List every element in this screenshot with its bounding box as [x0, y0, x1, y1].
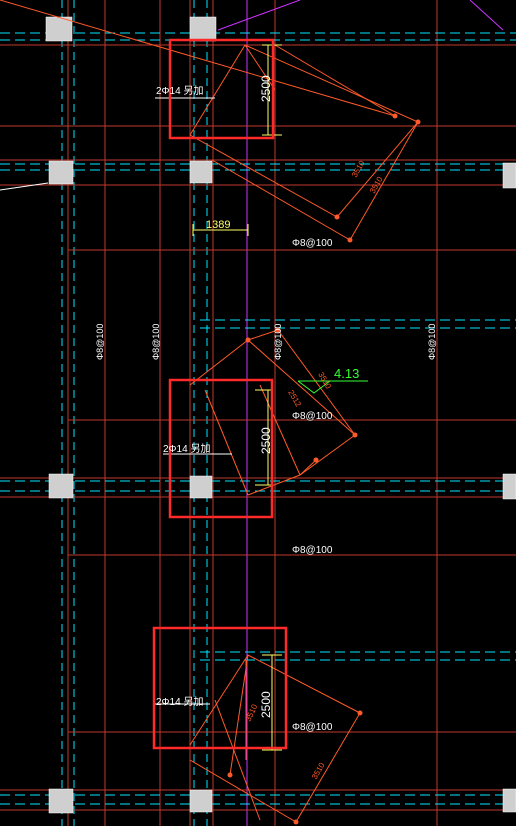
dimension-label-mid: 2500 [259, 427, 273, 454]
column [45, 16, 73, 42]
column [189, 475, 213, 499]
stirrup-label: Φ8@100 [292, 545, 333, 556]
vertical-stirrup-label: Φ8@100 [151, 324, 161, 360]
rebar-label-bot: 2Φ14 另加 [156, 696, 203, 708]
dimension-label-1389: 1389 [206, 219, 230, 231]
dimension-label-top: 2500 [259, 75, 273, 102]
drawing-background [0, 0, 516, 826]
vertical-stirrup-label: Φ8@100 [427, 324, 437, 360]
vertical-stirrup-label: Φ8@100 [273, 324, 283, 360]
column [502, 473, 516, 500]
column [502, 788, 516, 813]
column [189, 16, 217, 42]
column [48, 473, 74, 499]
stirrup-label: Φ8@100 [292, 411, 333, 422]
cad-drawing-canvas[interactable]: 2Φ14 另加 2Φ14 另加 2Φ14 另加 2500 2500 2500 1… [0, 0, 516, 826]
column [48, 788, 74, 814]
vertical-stirrup-label: Φ8@100 [95, 324, 105, 360]
rebar-label-top: 2Φ14 另加 [156, 85, 203, 97]
column [502, 162, 516, 189]
rebar-label-mid: 2Φ14 另加 [163, 443, 210, 455]
column [189, 160, 213, 184]
stirrup-label: Φ8@100 [292, 722, 333, 733]
dimension-label-bot: 2500 [259, 691, 273, 718]
level-label: 4.13 [334, 366, 359, 381]
stirrup-label: Φ8@100 [292, 238, 333, 249]
column [48, 160, 74, 185]
column [189, 789, 213, 813]
